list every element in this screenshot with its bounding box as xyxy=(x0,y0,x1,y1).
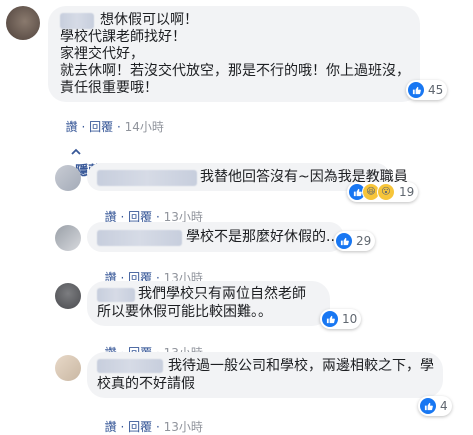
commenter-avatar[interactable] xyxy=(55,283,81,309)
comment-text: 我們學校只有兩位自然老師 xyxy=(138,286,306,302)
like-link[interactable]: 讚 xyxy=(105,420,117,434)
commenter-name[interactable] xyxy=(97,359,163,373)
reaction-summary[interactable]: 10 xyxy=(320,309,362,329)
thumbs-up-icon xyxy=(322,311,338,327)
reaction-summary[interactable]: 29 xyxy=(334,231,376,251)
commenter-name[interactable] xyxy=(97,288,135,302)
timestamp[interactable]: 13小時 xyxy=(164,420,203,434)
comment-text: 就去休啊！若沒交代放空，那是不行的哦！你上過班沒， xyxy=(60,63,410,79)
comment-actions: 讚 · 回覆 · 13小時 xyxy=(104,210,203,224)
comment-text: 學校不是那麼好休假的.. xyxy=(186,229,335,245)
commenter-avatar[interactable] xyxy=(55,355,81,381)
comment-actions: 讚 · 回覆 · 13小時 xyxy=(104,420,203,434)
commenter-name[interactable] xyxy=(97,230,182,246)
comment-text: 家裡交代好， xyxy=(60,46,144,62)
comment-text: 想休假可以啊！ xyxy=(100,12,198,28)
comment-text: 學校代課老師找好！ xyxy=(60,29,186,45)
commenter-avatar[interactable] xyxy=(55,165,81,191)
comment-text: 我待過一般公司和學校，兩邊相較之下，學 xyxy=(168,358,434,374)
reaction-summary[interactable]: 45 xyxy=(406,80,448,100)
thumbs-up-icon xyxy=(420,398,436,414)
reaction-count: 29 xyxy=(356,234,372,248)
reaction-count: 10 xyxy=(342,312,358,326)
thumbs-up-icon xyxy=(336,233,352,249)
reply-link[interactable]: 回覆 xyxy=(128,420,152,434)
thumbs-up-icon xyxy=(408,82,424,98)
commenter-avatar[interactable] xyxy=(6,6,40,40)
reaction-count: 45 xyxy=(428,83,444,97)
reaction-count: 19 xyxy=(399,185,415,199)
reaction-summary[interactable]: 4 xyxy=(418,396,452,416)
commenter-name[interactable] xyxy=(97,170,197,186)
commenter-avatar[interactable] xyxy=(55,225,81,251)
comment-text: 所以要休假可能比較困難。。 xyxy=(97,304,272,320)
wow-icon: 😮 xyxy=(377,183,395,201)
reaction-count: 4 xyxy=(440,399,448,413)
chevron-up-icon xyxy=(71,145,81,160)
comment-text: 責任很重要哦！ xyxy=(60,80,158,96)
comment-text: 校真的不好請假 xyxy=(97,376,195,392)
commenter-name[interactable] xyxy=(60,13,94,29)
reaction-summary[interactable]: 😆 😮 19 xyxy=(347,182,419,202)
